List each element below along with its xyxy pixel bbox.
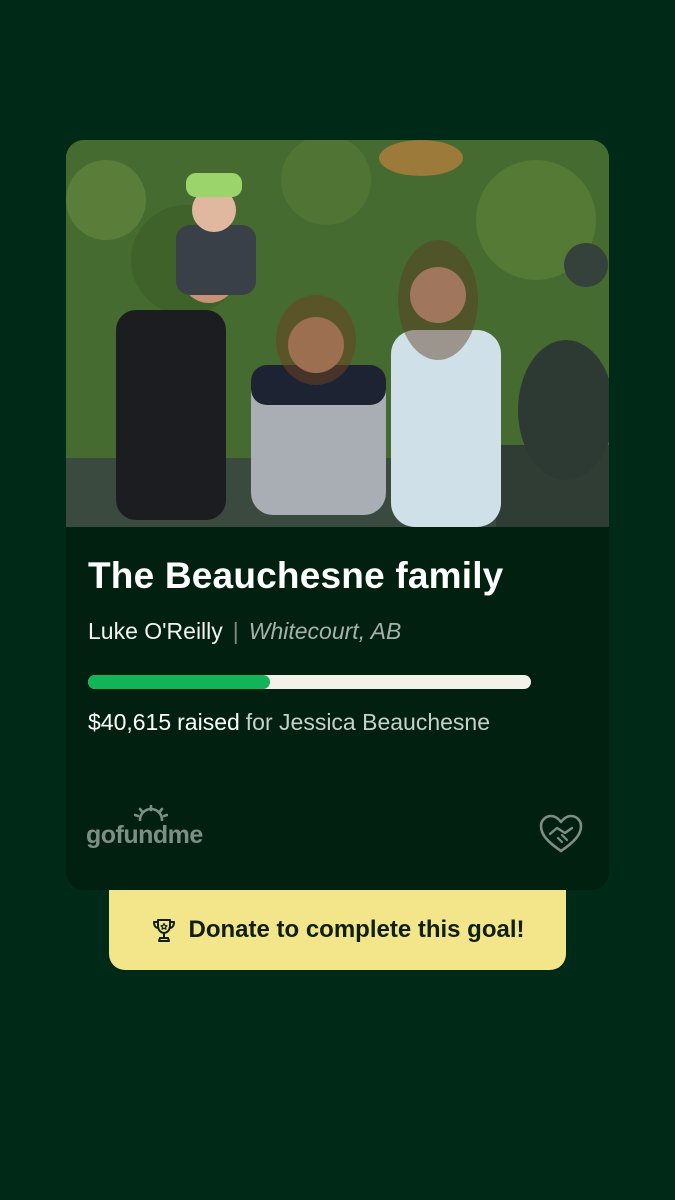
heart-handshake-icon[interactable] bbox=[538, 814, 584, 854]
trophy-icon bbox=[150, 916, 178, 944]
campaign-meta: Luke O'Reilly | Whitecourt, AB bbox=[88, 618, 401, 645]
sun-rays-icon bbox=[134, 805, 168, 821]
progress-bar-fill bbox=[88, 675, 270, 689]
fundraiser-card[interactable]: The Beauchesne family Luke O'Reilly | Whit… bbox=[66, 140, 609, 890]
amount-raised: $40,615 bbox=[88, 709, 172, 735]
campaign-location: Whitecourt, AB bbox=[248, 618, 402, 644]
raised-label: raised bbox=[177, 709, 240, 735]
organizer-name: Luke O'Reilly bbox=[88, 618, 223, 644]
donate-button-label: Donate to complete this goal! bbox=[188, 916, 525, 943]
meta-separator: | bbox=[232, 618, 239, 644]
campaign-title: The Beauchesne family bbox=[88, 555, 504, 596]
beneficiary-text: for Jessica Beauchesne bbox=[245, 709, 490, 735]
gofundme-logo: gofundme bbox=[86, 805, 216, 855]
donate-button[interactable]: Donate to complete this goal! bbox=[109, 890, 566, 970]
logo-wordmark: gofundme bbox=[86, 821, 203, 849]
campaign-photo bbox=[66, 140, 609, 527]
progress-bar bbox=[88, 675, 531, 689]
amount-raised-line: $40,615 raised for Jessica Beauchesne bbox=[88, 709, 490, 736]
